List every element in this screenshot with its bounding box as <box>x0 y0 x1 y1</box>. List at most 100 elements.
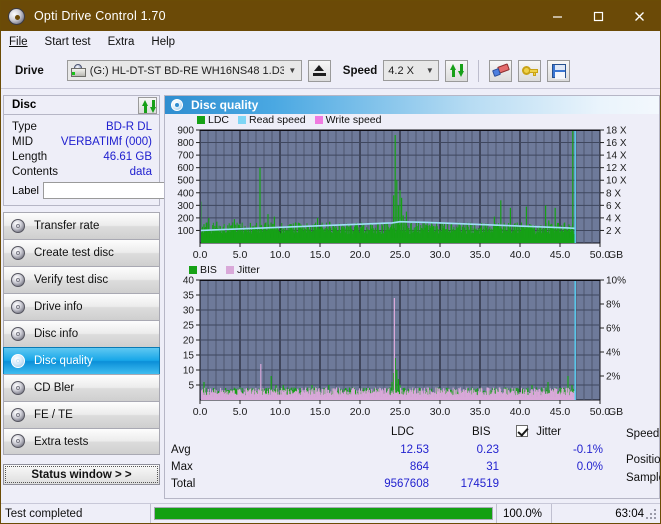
menu-extra-label: Extra <box>107 36 135 48</box>
stats-speed-label: Speed <box>626 428 660 440</box>
svg-text:12 X: 12 X <box>606 163 627 174</box>
svg-text:15.0: 15.0 <box>310 406 331 418</box>
bis-chart: BIS Jitter 5 10 15 20 25 30 35 40 2% 4% 6% 8% 10% 0.0… <box>165 264 659 424</box>
key-icon <box>521 64 538 78</box>
minimize-icon[interactable] <box>537 1 578 31</box>
disc-icon <box>11 407 26 423</box>
chevron-down-icon[interactable]: ▼ <box>421 61 438 80</box>
svg-text:8 X: 8 X <box>606 188 621 199</box>
refresh-drive-button[interactable] <box>445 59 469 82</box>
unlock-button[interactable] <box>518 59 542 82</box>
speed-select-value: 4.2 X <box>388 64 414 77</box>
sidebar-item-label: Disc quality <box>34 355 93 367</box>
legend-label-bis: BIS <box>200 264 217 276</box>
status-message: Test completed <box>1 503 151 523</box>
legend-label-ldc: LDC <box>208 114 230 126</box>
legend-label-write-speed: Write speed <box>325 114 382 126</box>
menu-extra[interactable]: Extra <box>108 36 135 48</box>
disc-row-length: Length 46.61 GB <box>12 149 152 164</box>
close-icon[interactable] <box>619 1 660 31</box>
status-window-button[interactable]: Status window > > <box>3 464 160 485</box>
sidebar-item-verify-test-disc[interactable]: Verify test disc <box>3 266 160 293</box>
page-title: Disc quality <box>191 98 259 112</box>
panel-header: Disc quality <box>165 96 659 114</box>
disc-refresh-button[interactable] <box>138 96 157 114</box>
disc-info-panel: Type BD-R DL MID VERBATIMf (000) Length … <box>3 115 246 206</box>
jitter-checkbox[interactable]: Jitter <box>516 425 561 438</box>
disc-icon <box>11 245 26 261</box>
disc-length-label: Length <box>12 150 48 163</box>
erase-button[interactable] <box>489 59 513 82</box>
svg-text:5.0: 5.0 <box>233 406 248 418</box>
sidebar-item-drive-info[interactable]: Drive info <box>3 293 160 320</box>
legend-swatch-read-speed <box>238 116 247 124</box>
window-controls <box>537 1 660 31</box>
sidebar-item-label: Transfer rate <box>34 220 100 232</box>
svg-text:40.0: 40.0 <box>510 406 531 418</box>
sidebar-item-fe-te[interactable]: FE / TE <box>3 401 160 428</box>
stats-row-max: Max <box>171 461 193 473</box>
speed-select[interactable]: 4.2 X ▼ <box>383 60 440 81</box>
menu-start-test[interactable]: Start test <box>45 36 91 48</box>
eject-button[interactable] <box>307 59 331 82</box>
sidebar-item-disc-quality[interactable]: Disc quality <box>3 347 160 374</box>
drive-select[interactable]: (G:) HL-DT-ST BD-RE WH16NS48 1.D3 ▼ <box>66 60 302 81</box>
legend-entry-bis: BIS <box>189 264 217 276</box>
sidebar-item-label: Create test disc <box>34 247 114 259</box>
stats-row-total: Total <box>171 478 196 490</box>
menu-help[interactable]: Help <box>151 36 175 48</box>
svg-text:35.0: 35.0 <box>470 406 491 418</box>
stats-panel: LDC BIS Avg 12.53 0.23 -0.1% Max 864 31 … <box>165 425 660 500</box>
sidebar-item-create-test-disc[interactable]: Create test disc <box>3 239 160 266</box>
app-disc-icon <box>8 7 25 25</box>
jitter-label: Jitter <box>536 426 562 438</box>
sidebar-item-label: Extra tests <box>34 435 89 448</box>
disc-type-value: BD-R DL <box>105 120 152 133</box>
svg-text:0.0: 0.0 <box>193 249 208 261</box>
legend-swatch-bis <box>189 266 197 274</box>
disc-panel-title: Disc <box>12 99 37 111</box>
disc-icon <box>11 434 26 449</box>
stats-col-ldc: LDC <box>391 426 415 438</box>
sidebar-item-transfer-rate[interactable]: Transfer rate <box>3 212 160 239</box>
disc-contents-label: Contents <box>12 165 59 178</box>
save-button[interactable] <box>547 59 571 82</box>
svg-text:500: 500 <box>177 176 194 187</box>
legend-swatch-write-speed <box>314 116 323 124</box>
resize-grip-icon[interactable] <box>646 509 658 521</box>
checkbox-box <box>516 425 528 437</box>
svg-text:4 X: 4 X <box>606 213 621 224</box>
app-window: Opti Drive Control 1.70 File Start test … <box>0 0 661 524</box>
sidebar-item-disc-info[interactable]: Disc info <box>3 320 160 347</box>
sidebar-item-label: CD Bler <box>34 382 75 394</box>
svg-text:15: 15 <box>183 351 195 362</box>
svg-text:40.0: 40.0 <box>510 249 531 261</box>
chevron-down-icon[interactable]: ▼ <box>284 61 301 80</box>
disc-row-type: Type BD-R DL <box>12 119 152 134</box>
sidebar-item-extra-tests[interactable]: Extra tests <box>3 428 160 455</box>
speed-label: Speed <box>342 64 378 77</box>
save-icon <box>551 63 566 79</box>
disc-length-value: 46.61 GB <box>103 150 152 163</box>
menu-file[interactable]: File <box>9 36 28 48</box>
svg-text:35: 35 <box>183 291 195 302</box>
disc-icon <box>11 380 26 396</box>
legend-swatch-jitter <box>225 266 234 274</box>
maximize-icon[interactable] <box>578 1 619 31</box>
svg-text:25.0: 25.0 <box>390 249 411 261</box>
svg-text:100: 100 <box>177 226 194 237</box>
disc-contents-value: data <box>129 165 152 178</box>
ldc-chart-legend: LDC Read speed Write speed <box>197 114 387 126</box>
erase-icon <box>491 63 510 77</box>
disc-type-label: Type <box>12 120 37 133</box>
bis-chart-legend: BIS Jitter <box>189 264 265 276</box>
disc-icon <box>11 326 26 342</box>
svg-text:700: 700 <box>177 151 194 162</box>
legend-entry-write-speed: Write speed <box>314 114 382 126</box>
refresh-icon <box>449 63 465 78</box>
svg-text:4%: 4% <box>606 348 621 359</box>
elapsed-time: 63:04 <box>615 507 644 520</box>
sidebar-item-cd-bler[interactable]: CD Bler <box>3 374 160 401</box>
svg-text:30.0: 30.0 <box>430 406 451 418</box>
progress-track <box>154 507 493 520</box>
